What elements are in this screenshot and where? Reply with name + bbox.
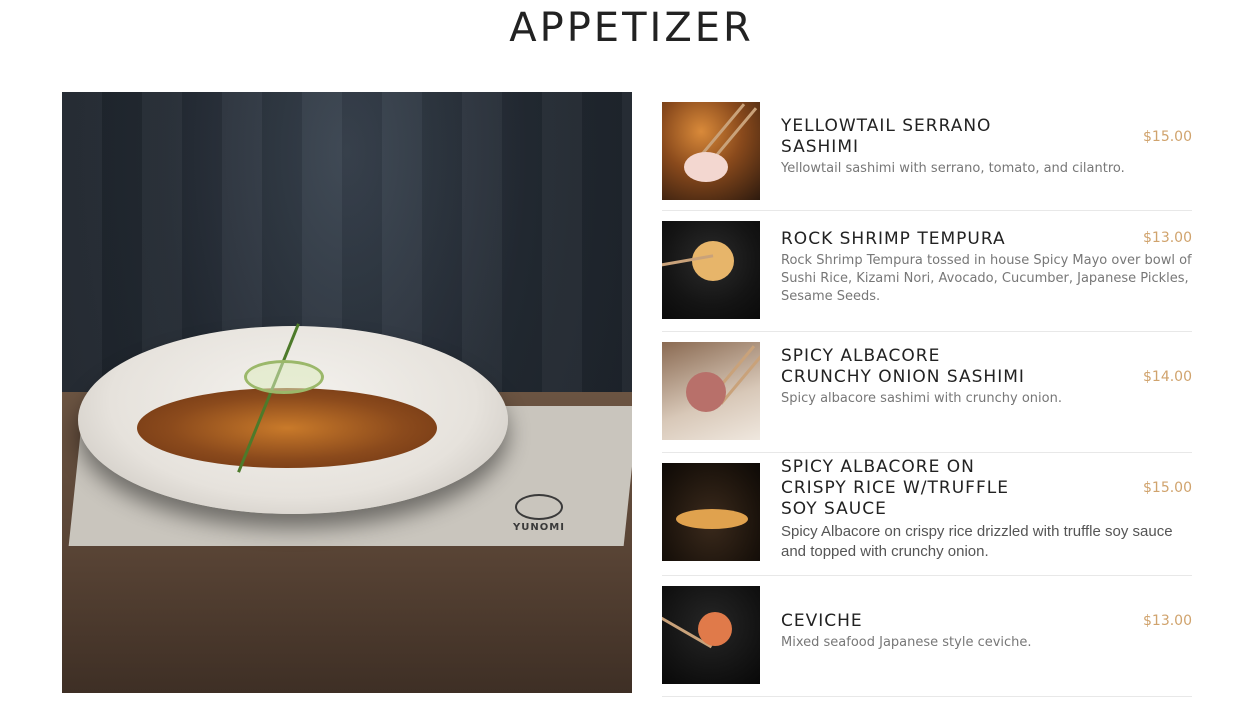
logo-ring-icon — [515, 494, 563, 520]
menu-item-description: Mixed seafood Japanese style ceviche. — [781, 635, 1032, 650]
menu-item-price: $14.00 — [1143, 369, 1192, 385]
sashimi-graphic — [684, 152, 728, 182]
menu-item-price: $15.00 — [1143, 129, 1192, 145]
menu-item-name: SPICY ALBACORE ON CRISPY RICE W/TRUFFLE … — [781, 457, 1009, 519]
menu-item-description: Rock Shrimp Tempura tossed in house Spic… — [781, 253, 1192, 304]
section-title: APPETIZER — [509, 5, 754, 51]
crispy-rice-graphic — [676, 509, 748, 529]
menu-item-photo[interactable] — [662, 102, 760, 200]
menu-item[interactable]: SPICY ALBACORE CRUNCHY ONION SASHIMI Spi… — [662, 332, 1192, 453]
menu-item-description: Yellowtail sashimi with serrano, tomato,… — [781, 161, 1125, 176]
appetizer-menu-list: YELLOWTAIL SERRANO SASHIMI Yellowtail sa… — [662, 92, 1192, 697]
albacore-graphic — [686, 372, 726, 412]
menu-item-name: CEVICHE — [781, 611, 863, 631]
menu-item[interactable]: SPICY ALBACORE ON CRISPY RICE W/TRUFFLE … — [662, 453, 1192, 576]
logo-text: YUNOMI — [513, 522, 565, 533]
featured-dish-photo: YUNOMI — [62, 92, 632, 693]
menu-item-name: SPICY ALBACORE CRUNCHY ONION SASHIMI — [781, 346, 1025, 387]
menu-item-photo[interactable] — [662, 342, 760, 440]
menu-item-description: Spicy Albacore on crispy rice drizzled w… — [781, 523, 1173, 560]
menu-item-price: $15.00 — [1143, 480, 1192, 496]
menu-item[interactable]: CEVICHE Mixed seafood Japanese style cev… — [662, 576, 1192, 697]
ceviche-graphic — [698, 612, 732, 646]
menu-item-description: Spicy albacore sashimi with crunchy onio… — [781, 391, 1062, 406]
menu-item-photo[interactable] — [662, 586, 760, 684]
photo-seared-fish — [137, 388, 437, 468]
menu-item-price: $13.00 — [1143, 613, 1192, 629]
tempura-graphic — [692, 241, 734, 281]
menu-item[interactable]: YELLOWTAIL SERRANO SASHIMI Yellowtail sa… — [662, 92, 1192, 211]
menu-item-name: ROCK SHRIMP TEMPURA — [781, 229, 1006, 249]
restaurant-logo: YUNOMI — [504, 494, 574, 534]
menu-item-price: $13.00 — [1143, 230, 1192, 246]
photo-cucumber-garnish — [244, 360, 324, 394]
menu-item-photo[interactable] — [662, 221, 760, 319]
menu-item[interactable]: ROCK SHRIMP TEMPURA Rock Shrimp Tempura … — [662, 211, 1192, 332]
menu-item-photo[interactable] — [662, 463, 760, 561]
menu-item-name: YELLOWTAIL SERRANO SASHIMI — [781, 116, 992, 157]
